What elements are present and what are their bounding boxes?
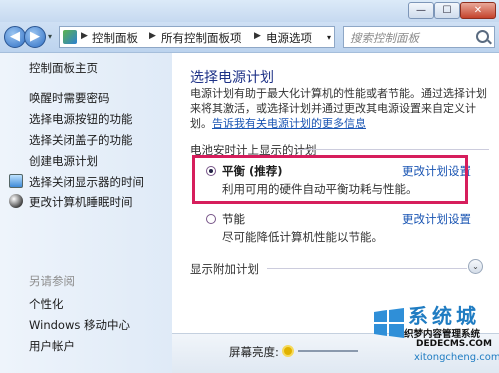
breadcrumb-all-items[interactable]: 所有控制面板项 xyxy=(161,30,242,46)
sidebar-item-power-button[interactable]: 选择电源按钮的功能 xyxy=(29,111,133,127)
display-icon xyxy=(9,174,23,188)
power-options-window: — ☐ ✕ ◀ ▶ ▾ ▶ 控制面板 ▶ 所有控制面板项 ▶ 电源选项 ▾ 搜索… xyxy=(0,0,499,373)
navigation-bar: ◀ ▶ ▾ ▶ 控制面板 ▶ 所有控制面板项 ▶ 电源选项 ▾ 搜索控制面板 xyxy=(0,22,499,53)
control-panel-icon xyxy=(63,30,77,44)
back-button[interactable]: ◀ xyxy=(4,26,26,48)
breadcrumb-separator-icon[interactable]: ▶ xyxy=(149,31,156,41)
moon-icon xyxy=(9,194,23,208)
see-also-user-accounts[interactable]: 用户帐户 xyxy=(29,338,75,354)
see-also-mobility-center[interactable]: Windows 移动中心 xyxy=(29,317,130,333)
minimize-button[interactable]: — xyxy=(408,2,434,19)
breadcrumb-power-options[interactable]: 电源选项 xyxy=(266,30,312,46)
expand-chevron-icon[interactable]: ⌄ xyxy=(468,259,483,274)
watermark-title: 系统城 xyxy=(408,304,480,328)
additional-plans-divider xyxy=(267,268,467,269)
windows-logo-icon xyxy=(374,308,404,338)
title-bar: — ☐ ✕ xyxy=(0,0,499,22)
plan-description: 尽可能降低计算机性能以节能。 xyxy=(222,230,383,244)
brightness-label: 屏幕亮度: xyxy=(229,345,279,359)
sidebar-item-sleep-time[interactable]: 更改计算机睡眠时间 xyxy=(29,194,133,210)
breadcrumb-separator-icon[interactable]: ▶ xyxy=(81,31,88,41)
sidebar: 控制面板主页 唤醒时需要密码 选择电源按钮的功能 选择关闭盖子的功能 创建电源计… xyxy=(0,53,172,373)
plan-name[interactable]: 节能 xyxy=(222,211,245,227)
watermark: 系统城 织梦内容管理系统 DEDECMS.COM xitongcheng.com xyxy=(372,300,499,370)
address-bar[interactable]: ▶ 控制面板 ▶ 所有控制面板项 ▶ 电源选项 xyxy=(59,26,335,48)
page-title: 选择电源计划 xyxy=(190,70,274,86)
see-also-personalization[interactable]: 个性化 xyxy=(29,296,64,312)
sun-icon xyxy=(282,345,294,357)
show-additional-plans[interactable]: 显示附加计划 xyxy=(190,261,259,277)
search-box[interactable]: 搜索控制面板 xyxy=(343,26,495,48)
recent-pages-dropdown-icon[interactable]: ▾ xyxy=(48,32,52,41)
group-divider xyxy=(297,149,489,150)
radio-power-saver[interactable] xyxy=(206,214,216,224)
close-button[interactable]: ✕ xyxy=(460,2,496,19)
search-input[interactable]: 搜索控制面板 xyxy=(350,30,419,46)
watermark-site: xitongcheng.com xyxy=(414,352,499,363)
sidebar-item-create-plan[interactable]: 创建电源计划 xyxy=(29,153,98,169)
change-plan-settings-link[interactable]: 更改计划设置 xyxy=(402,211,471,227)
sidebar-home-link[interactable]: 控制面板主页 xyxy=(29,60,98,76)
sidebar-item-wake-password[interactable]: 唤醒时需要密码 xyxy=(29,90,110,106)
brightness-slider[interactable] xyxy=(298,350,358,352)
selected-plan-highlight xyxy=(192,155,468,204)
watermark-line2: DEDECMS.COM xyxy=(416,339,492,349)
forward-button[interactable]: ▶ xyxy=(24,26,46,48)
address-dropdown-icon[interactable]: ▾ xyxy=(327,33,331,42)
breadcrumb-control-panel[interactable]: 控制面板 xyxy=(92,30,138,46)
search-icon[interactable] xyxy=(476,30,489,43)
see-also-heading: 另请参阅 xyxy=(29,274,75,288)
maximize-button[interactable]: ☐ xyxy=(434,2,460,19)
breadcrumb-separator-icon[interactable]: ▶ xyxy=(254,31,261,41)
sidebar-item-display-off[interactable]: 选择关闭显示器的时间 xyxy=(29,174,144,190)
page-description: 电源计划有助于最大化计算机的性能或者节能。通过选择计划来将其激活，或选择计划并通… xyxy=(190,86,490,131)
sidebar-item-lid-close[interactable]: 选择关闭盖子的功能 xyxy=(29,132,133,148)
power-plans-info-link[interactable]: 告诉我有关电源计划的更多信息 xyxy=(212,117,366,130)
watermark-line1: 织梦内容管理系统 xyxy=(404,329,481,340)
